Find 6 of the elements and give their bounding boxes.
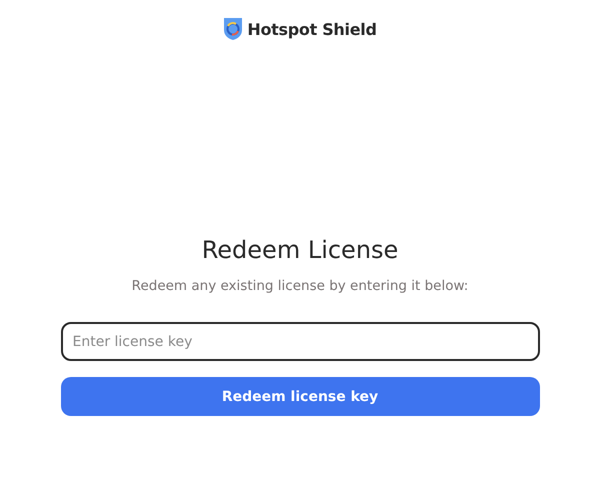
page-title: Redeem License	[202, 235, 398, 265]
shield-icon	[223, 17, 244, 41]
redeem-button[interactable]: Redeem license key	[60, 377, 540, 416]
subtitle: Redeem any existing license by entering it below:	[132, 277, 468, 295]
license-key-field[interactable]: Enter license key	[60, 322, 540, 361]
logo-text: Hotspot Shield	[247, 20, 377, 38]
